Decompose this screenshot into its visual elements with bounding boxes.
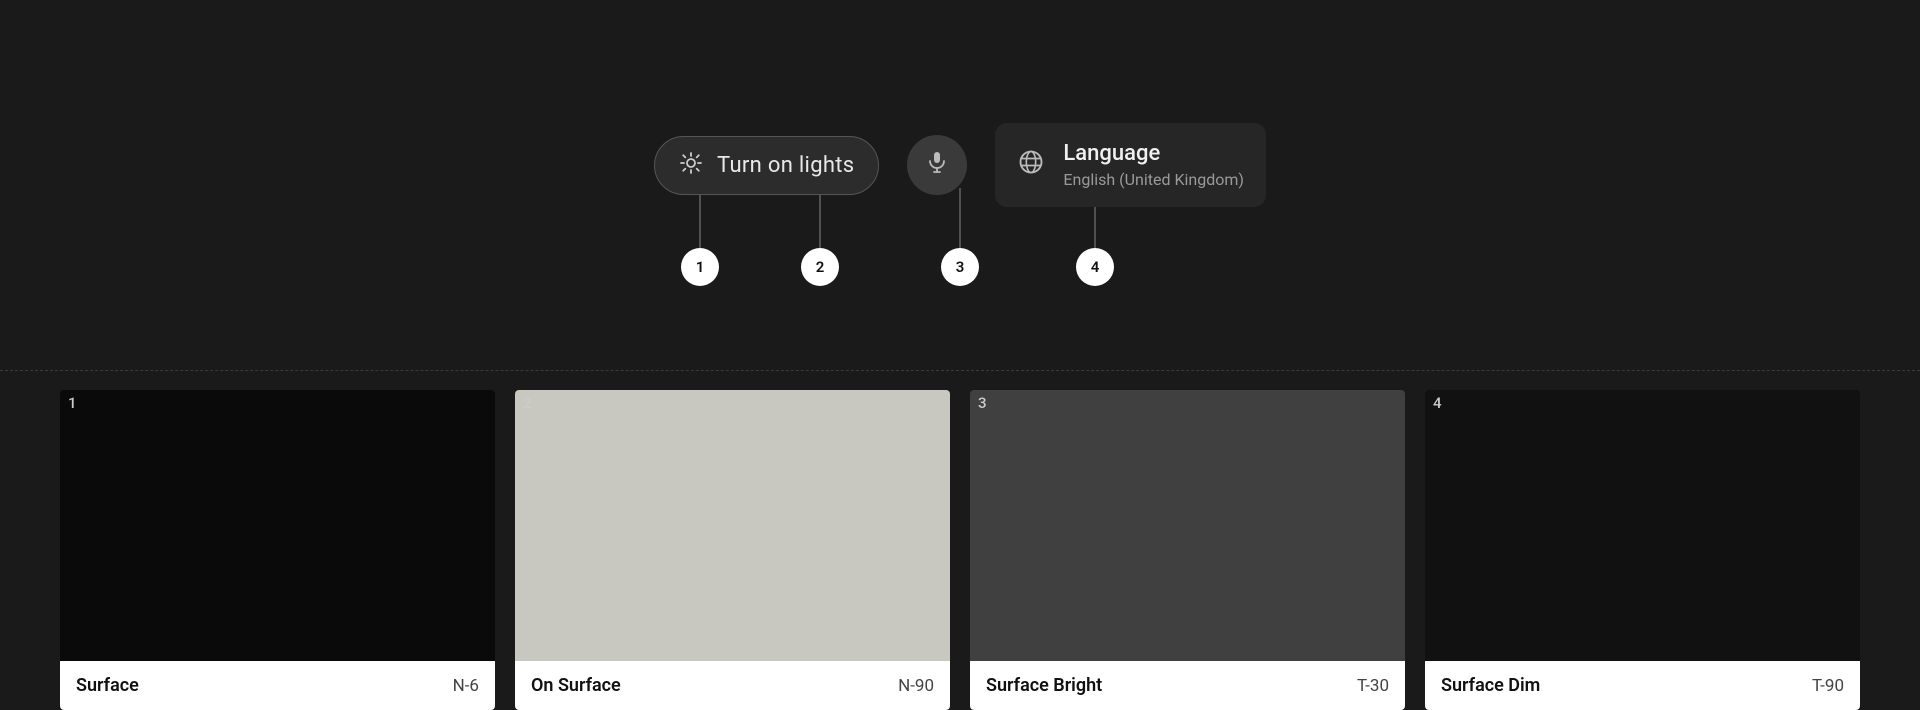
language-text: Language English (United Kingdom)	[1063, 141, 1244, 189]
swatch-name-2: On Surface	[531, 675, 621, 696]
lights-chip[interactable]: Turn on lights	[654, 136, 879, 195]
swatch-number-2: 2	[515, 390, 540, 416]
swatch-color-3	[970, 390, 1405, 661]
section-divider	[0, 370, 1920, 371]
swatch-code-2: N-90	[898, 676, 934, 696]
swatch-color-1	[60, 390, 495, 661]
swatch-label-3: Surface Bright T-30	[970, 661, 1405, 710]
swatch-3: 3 Surface Bright T-30	[970, 390, 1405, 710]
swatch-name-4: Surface Dim	[1441, 675, 1540, 696]
bottom-section: 1 Surface N-6 2 On Surface N-90 3 Surfac…	[0, 390, 1920, 710]
callout-1: 1	[681, 248, 719, 286]
mic-button[interactable]	[907, 135, 967, 195]
sun-icon	[679, 151, 703, 180]
swatch-number-1: 1	[60, 390, 85, 416]
globe-icon	[1017, 148, 1045, 183]
language-subtitle: English (United Kingdom)	[1063, 170, 1244, 189]
callout-3: 3	[941, 248, 979, 286]
top-section: Turn on lights	[0, 0, 1920, 370]
swatch-1: 1 Surface N-6	[60, 390, 495, 710]
swatch-code-4: T-90	[1812, 676, 1844, 696]
swatch-name-3: Surface Bright	[986, 675, 1102, 696]
swatch-label-1: Surface N-6	[60, 661, 495, 710]
swatch-color-4	[1425, 390, 1860, 661]
swatch-code-3: T-30	[1357, 676, 1389, 696]
language-title: Language	[1063, 141, 1244, 166]
swatch-name-1: Surface	[76, 675, 139, 696]
swatch-2: 2 On Surface N-90	[515, 390, 950, 710]
callout-2: 2	[801, 248, 839, 286]
swatch-number-4: 4	[1425, 390, 1450, 416]
swatch-label-2: On Surface N-90	[515, 661, 950, 710]
swatch-4: 4 Surface Dim T-90	[1425, 390, 1860, 710]
swatch-label-4: Surface Dim T-90	[1425, 661, 1860, 710]
language-card[interactable]: Language English (United Kingdom)	[995, 123, 1266, 207]
swatch-code-1: N-6	[453, 676, 479, 696]
chip-label: Turn on lights	[717, 153, 854, 178]
swatch-color-2	[515, 390, 950, 661]
ui-elements: Turn on lights	[654, 123, 1266, 207]
mic-icon	[925, 150, 949, 180]
swatch-number-3: 3	[970, 390, 995, 416]
callout-4: 4	[1076, 248, 1114, 286]
